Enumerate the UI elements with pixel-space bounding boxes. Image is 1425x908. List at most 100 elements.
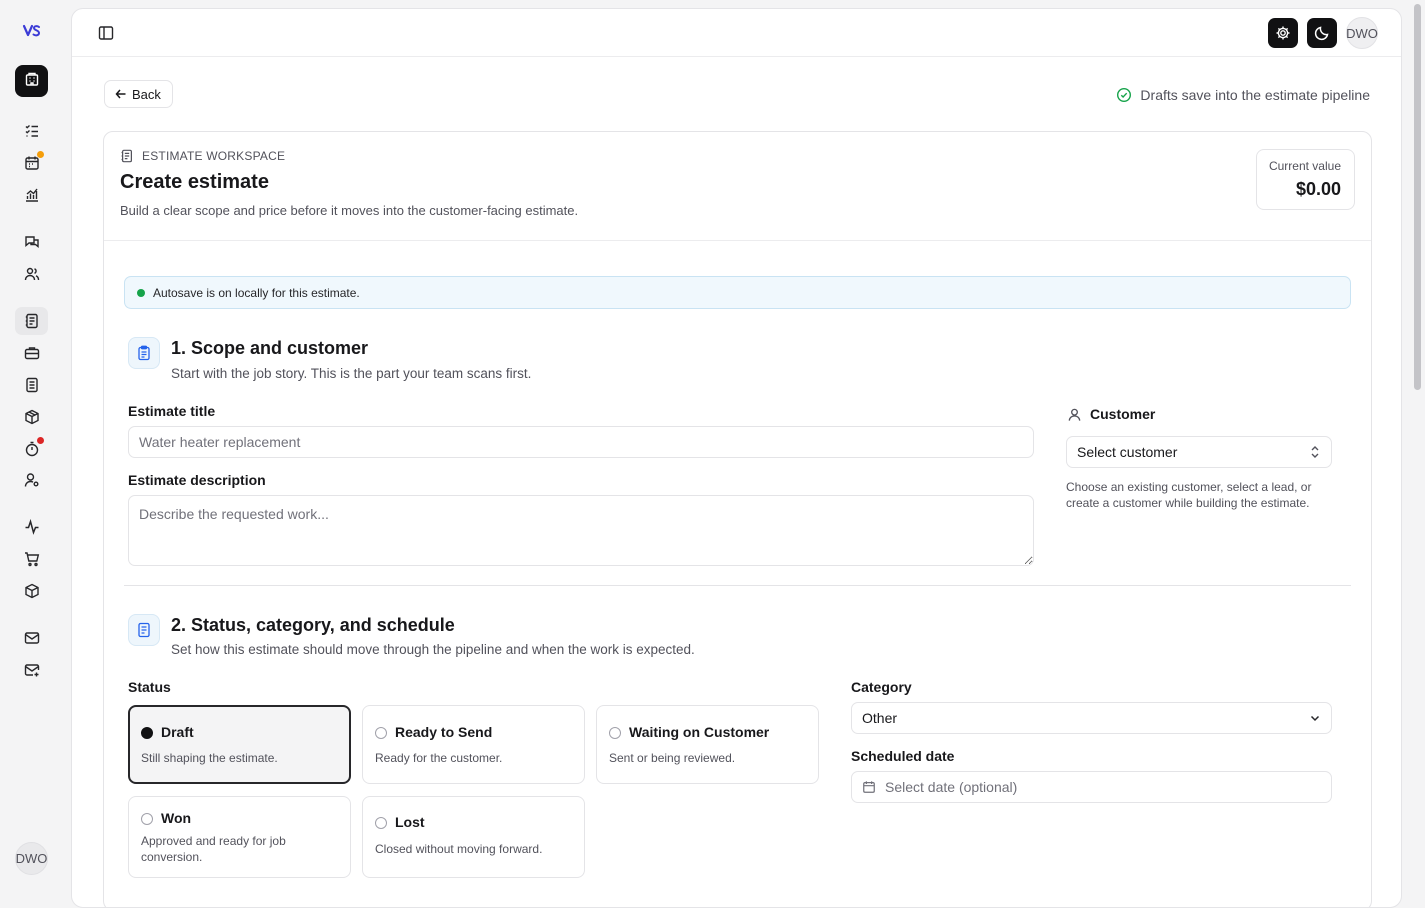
- main-panel: DWO Back Drafts save into the estimate p…: [71, 8, 1402, 908]
- radio-icon: [375, 817, 387, 829]
- status-option-won[interactable]: Won Approved and ready for job conversio…: [128, 796, 351, 878]
- brand-logo-icon[interactable]: [22, 22, 42, 40]
- section-scope-title: 1. Scope and customer: [171, 338, 369, 358]
- rail-item-inbox[interactable]: [22, 628, 42, 648]
- status-title: Waiting on Customer: [629, 724, 770, 740]
- rail-item-products[interactable]: [22, 407, 42, 427]
- autosave-banner: Autosave is on locally for this estimate…: [124, 276, 1351, 309]
- calendar-icon: [863, 781, 875, 793]
- section-status-subtitle: Set how this estimate should move throug…: [171, 642, 695, 657]
- status-option-draft[interactable]: Draft Still shaping the estimate.: [128, 705, 351, 784]
- estimate-description-input[interactable]: [128, 495, 1034, 566]
- radio-icon: [609, 727, 621, 739]
- page-title: Create estimate: [120, 171, 269, 193]
- page-scrollbar[interactable]: [1410, 0, 1425, 891]
- rail-item-reports[interactable]: [22, 185, 42, 205]
- customer-select-value: Select customer: [1077, 444, 1178, 460]
- rail-item-workspace[interactable]: [15, 65, 48, 97]
- rail-item-invoices[interactable]: [22, 375, 42, 395]
- rail-item-activity[interactable]: [22, 517, 42, 537]
- status-option-lost[interactable]: Lost Closed without moving forward.: [362, 796, 585, 878]
- document-icon: [121, 149, 132, 163]
- scheduled-date-picker[interactable]: Select date (optional): [851, 771, 1332, 803]
- chevron-up-down-icon: [1311, 446, 1319, 458]
- category-select-value: Other: [862, 710, 898, 726]
- user-avatar[interactable]: DWO: [15, 842, 48, 875]
- status-desc: Approved and ready for job conversion.: [141, 834, 286, 864]
- scheduled-date-placeholder: Select date (optional): [885, 779, 1018, 795]
- chat-icon: [25, 236, 39, 248]
- rail-item-timers[interactable]: [22, 437, 44, 459]
- section-status-title: 2. Status, category, and schedule: [171, 615, 455, 635]
- notification-dot: [37, 437, 44, 444]
- app-rail: DWO: [0, 0, 64, 891]
- scrollbar-thumb[interactable]: [1414, 4, 1421, 390]
- current-value-box: Current value $0.00: [1256, 149, 1355, 210]
- rail-item-contacts[interactable]: [22, 470, 42, 490]
- rail-item-calendar[interactable]: [22, 151, 44, 173]
- current-value: $0.00: [1295, 179, 1341, 199]
- invoice-icon: [26, 377, 38, 393]
- estimate-title-label: Estimate title: [128, 403, 216, 419]
- top-bar: DWO: [72, 9, 1401, 57]
- customer-select[interactable]: Select customer: [1066, 436, 1332, 468]
- status-dot: [137, 288, 145, 297]
- briefcase-icon: [24, 347, 40, 360]
- pipeline-note-text: Drafts save into the estimate pipeline: [1140, 87, 1370, 103]
- page-subtitle: Build a clear scope and price before it …: [120, 203, 579, 218]
- status-desc: Closed without moving forward.: [375, 842, 543, 856]
- mail-icon: [24, 632, 40, 644]
- estimate-header: ESTIMATE WORKSPACE Create estimate Build…: [104, 132, 1371, 241]
- section-divider: [124, 585, 1351, 586]
- theme-toggle-button[interactable]: [1307, 18, 1337, 48]
- users-icon: [24, 267, 40, 281]
- category-label: Category: [851, 679, 912, 695]
- mail-plus-icon: [24, 664, 40, 677]
- customer-label: Customer: [1067, 406, 1155, 422]
- cart-icon: [25, 552, 40, 567]
- gear-icon: [1276, 26, 1290, 40]
- chevron-down-icon: [1310, 715, 1320, 722]
- checklist-icon: [25, 124, 38, 137]
- status-title: Ready to Send: [395, 724, 493, 740]
- status-desc: Still shaping the estimate.: [141, 751, 278, 765]
- account-avatar[interactable]: DWO: [1346, 17, 1378, 49]
- check-circle-icon: [1117, 87, 1132, 103]
- sidebar-toggle-icon[interactable]: [98, 25, 114, 41]
- rail-item-jobs[interactable]: [22, 343, 42, 363]
- rail-item-messages[interactable]: [22, 232, 42, 252]
- radio-icon: [141, 727, 153, 739]
- chart-icon: [26, 188, 38, 202]
- back-button[interactable]: Back: [104, 80, 173, 108]
- estimate-description-label: Estimate description: [128, 472, 266, 488]
- estimate-title-input[interactable]: [128, 426, 1034, 458]
- clipboard-icon: [128, 337, 160, 369]
- estimate-card: ESTIMATE WORKSPACE Create estimate Build…: [103, 131, 1372, 907]
- rail-item-estimates[interactable]: [15, 307, 48, 335]
- settings-button[interactable]: [1268, 18, 1298, 48]
- pipeline-note: Drafts save into the estimate pipeline: [1116, 87, 1370, 103]
- moon-icon: [1314, 26, 1329, 41]
- current-value-label: Current value: [1268, 159, 1341, 173]
- rail-item-tasks[interactable]: [22, 121, 42, 141]
- eyebrow: ESTIMATE WORKSPACE: [120, 149, 285, 163]
- radio-icon: [141, 813, 153, 825]
- radio-icon: [375, 727, 387, 739]
- status-title: Won: [161, 810, 192, 826]
- package-icon: [25, 409, 39, 425]
- category-select[interactable]: Other: [851, 702, 1332, 734]
- rail-item-team[interactable]: [22, 264, 42, 284]
- customer-helper-text: Choose an existing customer, select a le…: [1066, 480, 1312, 510]
- autosave-text: Autosave is on locally for this estimate…: [153, 285, 360, 300]
- status-option-waiting-on-customer[interactable]: Waiting on Customer Sent or being review…: [596, 705, 819, 784]
- building-icon: [24, 71, 40, 92]
- rail-item-store[interactable]: [22, 549, 42, 569]
- rail-item-inventory[interactable]: [22, 581, 42, 601]
- notification-dot: [37, 151, 44, 158]
- status-title: Draft: [161, 724, 194, 740]
- customer-label-text: Customer: [1090, 406, 1156, 422]
- rail-item-compose[interactable]: [22, 660, 42, 680]
- activity-icon: [25, 519, 39, 535]
- eyebrow-text: ESTIMATE WORKSPACE: [142, 149, 286, 163]
- status-option-ready-to-send[interactable]: Ready to Send Ready for the customer.: [362, 705, 585, 784]
